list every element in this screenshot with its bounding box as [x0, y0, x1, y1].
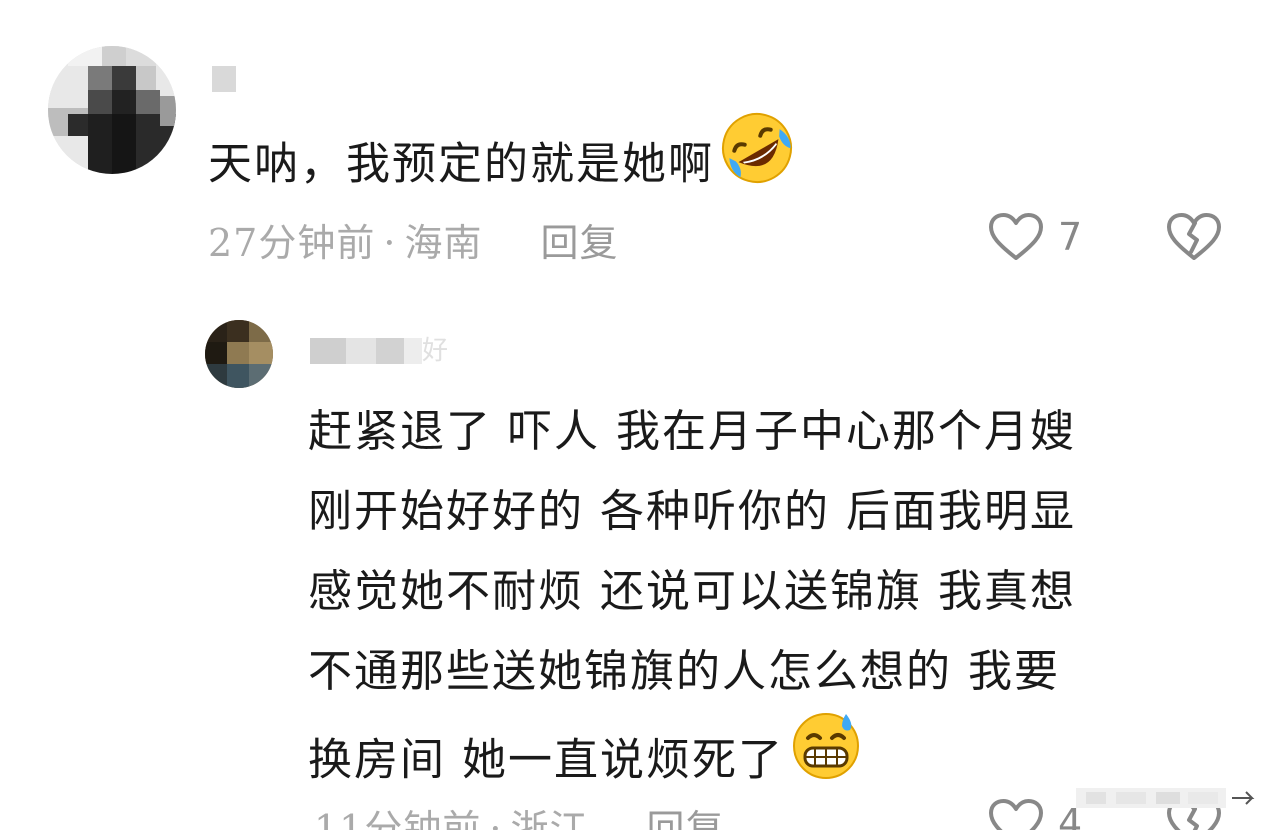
reply-button[interactable]: 回复 [540, 221, 618, 265]
comment-thread: 天呐，我预定的就是她啊 27分钟前 · 海南 回复 7 好 赶紧退了 吓人 我在… [0, 0, 1280, 830]
comment-text: 赶紧退了 吓人 我在月子中心那个月嫂 刚开始好好的 各种听你的 后面我明显 感觉… [308, 392, 1218, 792]
comment-body: 天呐，我预定的就是她啊 [208, 138, 714, 190]
dislike-button[interactable] [1166, 212, 1222, 266]
meta-separator: · [489, 807, 503, 830]
username-masked[interactable] [212, 66, 236, 92]
like-button[interactable]: 4 [988, 798, 1082, 830]
comment-time: 27分钟前 [208, 221, 376, 265]
meta-separator: · [383, 221, 397, 265]
comment-time: 11分钟前 [314, 807, 482, 830]
avatar[interactable] [48, 46, 176, 174]
comment-line-last: 换房间 她一直说烦死了 [308, 712, 1218, 792]
avatar[interactable] [205, 320, 273, 388]
comment-line: 不通那些送她锦旗的人怎么想的 我要 [308, 646, 1060, 697]
heart-icon [989, 213, 1043, 260]
comment-text: 天呐，我预定的就是她啊 [208, 113, 796, 219]
heart-icon [989, 799, 1043, 830]
comment-meta: 11分钟前 · 浙江 回复 [314, 798, 724, 830]
like-button[interactable]: 7 [988, 212, 1082, 262]
mosaic-avatar-image [205, 320, 273, 388]
comment-line: 刚开始好好的 各种听你的 后面我明显 [308, 486, 1076, 537]
mosaic-avatar-image [48, 46, 176, 174]
watermark [1076, 784, 1256, 812]
broken-heart-icon [1167, 213, 1221, 260]
comment-line: 赶紧退了 吓人 我在月子中心那个月嫂 [308, 406, 1076, 457]
comment-location: 浙江 [510, 807, 589, 830]
grinning-face-with-sweat-emoji [788, 706, 864, 808]
comment-line: 换房间 她一直说烦死了 [308, 734, 784, 786]
username-masked[interactable]: 好 [310, 338, 450, 364]
rolling-on-floor-laughing-emoji [718, 109, 796, 213]
like-count: 7 [1058, 215, 1083, 259]
comment-line: 感觉她不耐烦 还说可以送锦旗 我真想 [308, 566, 1076, 617]
username-visible-char: 好 [422, 336, 449, 366]
reply-button[interactable]: 回复 [646, 807, 724, 830]
comment-meta: 27分钟前 · 海南 回复 [208, 212, 618, 267]
comment-location: 海南 [404, 221, 483, 265]
